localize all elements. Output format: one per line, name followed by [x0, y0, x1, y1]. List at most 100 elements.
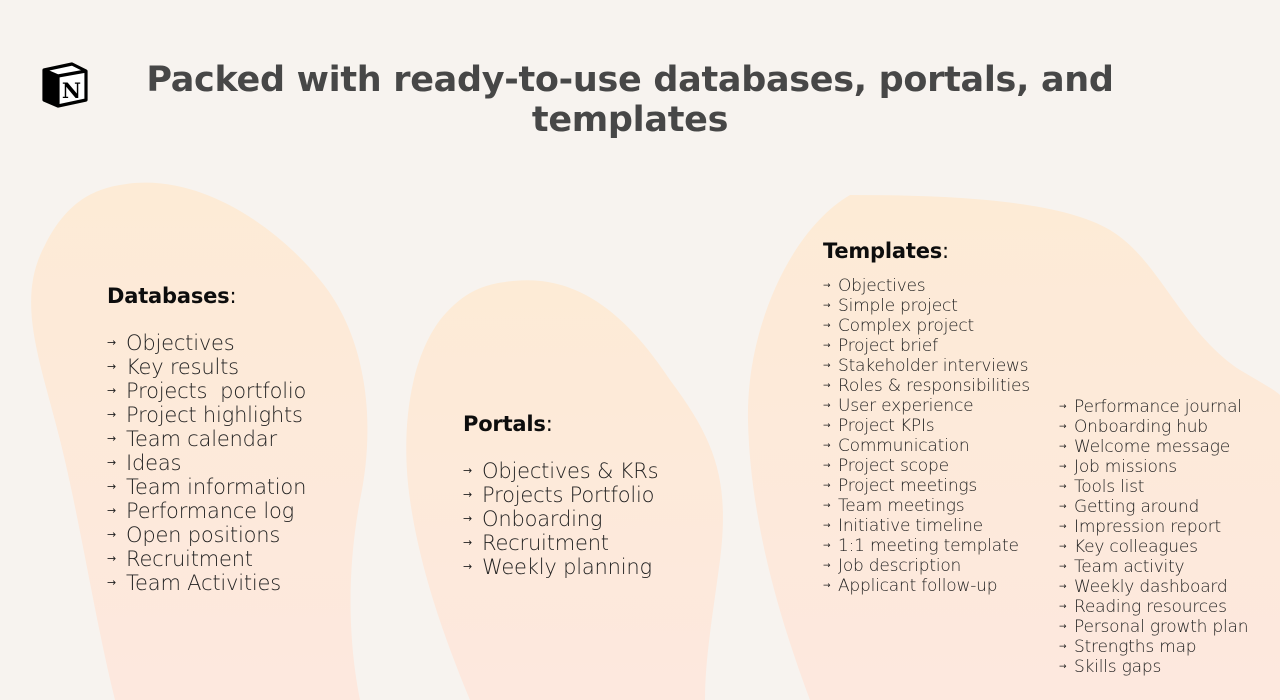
list-item-label: Onboarding hub: [1074, 417, 1208, 437]
list-item: → Getting around: [1059, 497, 1248, 517]
databases-list: → Objectives → Key results → Projects portfol…: [107, 331, 306, 595]
arrow-right-icon: →: [1059, 442, 1067, 452]
list-item: → Team Activities: [107, 571, 306, 595]
list-item-label: Ideas: [126, 451, 182, 475]
list-item-label: Initiative timeline: [838, 516, 983, 536]
list-item: → Key results: [107, 355, 306, 379]
list-item: → Reading resources: [1059, 597, 1248, 617]
arrow-right-icon: →: [823, 381, 831, 391]
list-item-label: Onboarding: [482, 507, 603, 531]
list-item: → Applicant follow-up: [823, 576, 1030, 596]
list-item-label: Performance log: [126, 499, 295, 523]
list-item-label: Team information: [126, 475, 307, 499]
arrow-right-icon: →: [107, 576, 117, 589]
list-item: → Team information: [107, 475, 306, 499]
list-item: → Projects Portfolio: [463, 483, 658, 507]
list-item-label: Performance journal: [1074, 397, 1242, 417]
list-item-label: Projects Portfolio: [482, 483, 655, 507]
list-item-label: Team meetings: [838, 496, 965, 516]
portals-heading: Portals:: [463, 412, 553, 436]
arrow-right-icon: →: [823, 501, 831, 511]
templates-section: Templates: → Objectives → Simple project → Co…: [823, 238, 1030, 596]
arrow-right-icon: →: [823, 561, 831, 571]
list-item: → Stakeholder interviews: [823, 356, 1030, 376]
list-item: → 1:1 meeting template: [823, 536, 1030, 556]
list-item: → Objectives: [823, 276, 1030, 296]
arrow-right-icon: →: [107, 384, 117, 397]
list-item: → Open positions: [107, 523, 306, 547]
list-item: → Objectives: [107, 331, 306, 355]
arrow-right-icon: →: [463, 488, 473, 501]
list-item-label: Key colleagues: [1074, 537, 1198, 557]
arrow-right-icon: →: [1059, 602, 1067, 612]
arrow-right-icon: →: [1059, 422, 1067, 432]
arrow-right-icon: →: [107, 552, 117, 565]
arrow-right-icon: →: [823, 581, 831, 591]
list-item: → Communication: [823, 436, 1030, 456]
list-item: → Strengths map: [1059, 637, 1248, 657]
list-item: → Project scope: [823, 456, 1030, 476]
list-item: → Simple project: [823, 296, 1030, 316]
arrow-right-icon: →: [1059, 462, 1067, 472]
arrow-right-icon: →: [823, 341, 831, 351]
list-item: → Recruitment: [107, 547, 306, 571]
arrow-right-icon: →: [823, 301, 831, 311]
list-item: → Complex project: [823, 316, 1030, 336]
list-item-label: Objectives: [838, 276, 926, 296]
list-item-label: Tools list: [1074, 477, 1145, 497]
list-item: → Weekly dashboard: [1059, 577, 1248, 597]
list-item: → Tools list: [1059, 477, 1248, 497]
arrow-right-icon: →: [823, 461, 831, 471]
list-item-label: Simple project: [838, 296, 958, 316]
list-item-label: Key results: [126, 355, 239, 379]
list-item: → Projects portfolio: [107, 379, 306, 403]
list-item-label: Weekly planning: [482, 555, 652, 579]
arrow-right-icon: →: [1059, 402, 1067, 412]
list-item-label: Projects portfolio: [126, 379, 307, 403]
list-item: → Welcome message: [1059, 437, 1248, 457]
list-item-label: Impression report: [1074, 517, 1221, 537]
list-item-label: Objectives & KRs: [482, 459, 659, 483]
list-item-label: Getting around: [1074, 497, 1200, 517]
list-item-label: Reading resources: [1074, 597, 1227, 617]
list-item-label: Project KPIs: [838, 416, 935, 436]
databases-section: Databases: → Objectives → Key results → Proje…: [107, 283, 306, 595]
list-item: → Team meetings: [823, 496, 1030, 516]
arrow-right-icon: →: [463, 536, 473, 549]
list-item-label: 1:1 meeting template: [838, 536, 1019, 556]
arrow-right-icon: →: [823, 401, 831, 411]
arrow-right-icon: →: [823, 421, 831, 431]
list-item-label: Recruitment: [126, 547, 253, 571]
list-item: → Weekly planning: [463, 555, 658, 579]
arrow-right-icon: →: [1059, 562, 1067, 572]
list-item: → User experience: [823, 396, 1030, 416]
list-item: → Recruitment: [463, 531, 658, 555]
arrow-right-icon: →: [107, 360, 117, 373]
arrow-right-icon: →: [107, 528, 117, 541]
arrow-right-icon: →: [107, 456, 117, 469]
list-item: → Personal growth plan: [1059, 617, 1249, 637]
portals-section: Portals: → Objectives & KRs → Projects Port…: [463, 411, 659, 579]
arrow-right-icon: →: [823, 541, 831, 551]
list-item-label: Project brief: [838, 336, 938, 356]
list-item-label: Objectives: [126, 331, 235, 355]
list-item-label: Job missions: [1074, 457, 1177, 477]
list-item-label: Recruitment: [482, 531, 609, 555]
arrow-right-icon: →: [1059, 542, 1067, 552]
arrow-right-icon: →: [823, 281, 831, 291]
notion-logo-icon: N: [40, 60, 90, 110]
list-item: → Skills gaps: [1059, 657, 1248, 677]
arrow-right-icon: →: [1059, 582, 1067, 592]
arrow-right-icon: →: [1059, 622, 1067, 632]
list-item-label: Job description: [838, 556, 962, 576]
list-item-label: Roles & responsibilities: [838, 376, 1030, 396]
databases-heading: Databases:: [107, 284, 237, 308]
list-item: → Roles & responsibilities: [823, 376, 1030, 396]
list-item-label: Stakeholder interviews: [838, 356, 1029, 376]
arrow-right-icon: →: [1059, 662, 1067, 672]
arrow-right-icon: →: [1059, 522, 1067, 532]
portals-list: → Objectives & KRs → Projects Portfolio → Onb…: [463, 459, 659, 579]
list-item: → Project brief: [823, 336, 1030, 356]
arrow-right-icon: →: [463, 512, 473, 525]
arrow-right-icon: →: [107, 504, 117, 517]
